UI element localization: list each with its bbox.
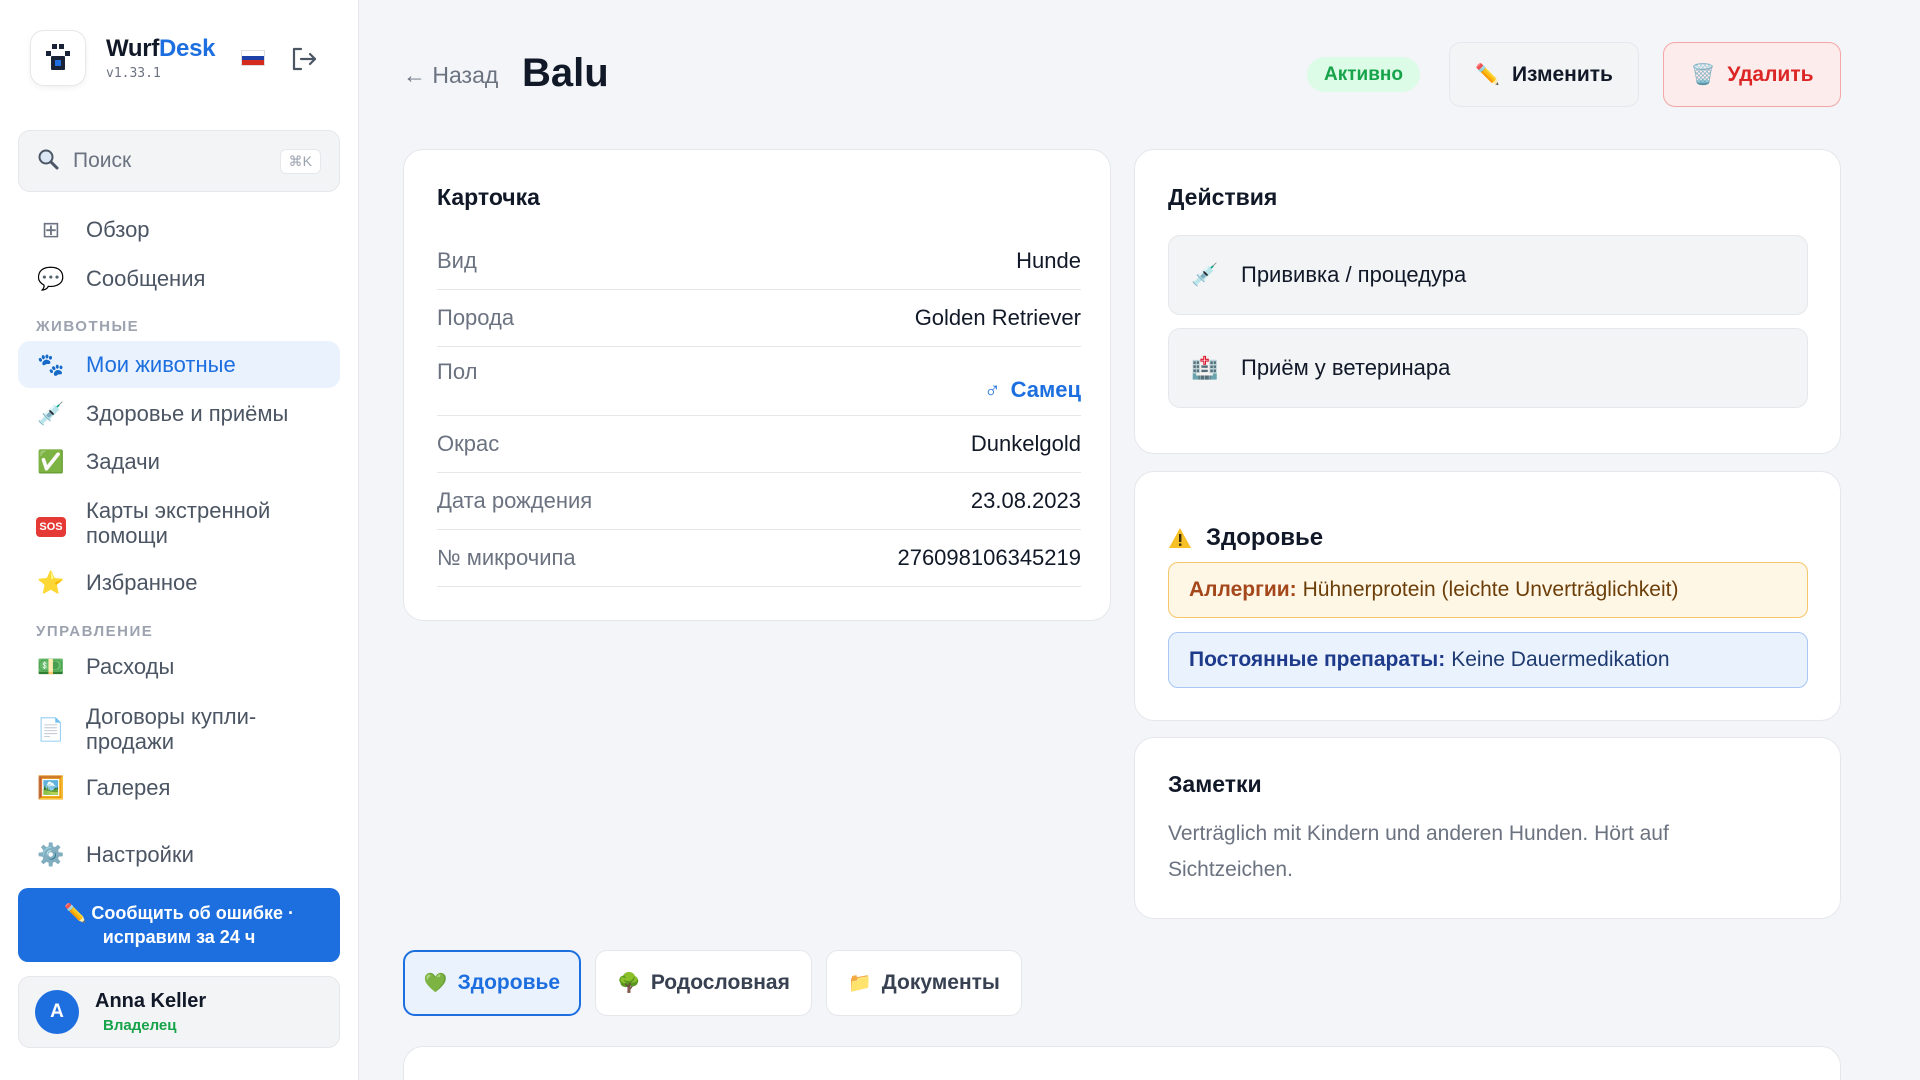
sidebar-item-settings[interactable]: ⚙️ Настройки bbox=[18, 834, 340, 876]
section-label-management: УПРАВЛЕНИЕ bbox=[36, 623, 154, 640]
profile-row-breed: Порода Golden Retriever bbox=[437, 290, 1081, 347]
sidebar-item-expenses[interactable]: 💵 Расходы bbox=[18, 646, 340, 688]
speech-bubble-icon: 💬 bbox=[37, 266, 65, 291]
search-icon bbox=[37, 148, 59, 175]
sidebar-item-gallery[interactable]: 🖼️ Галерея bbox=[18, 767, 340, 809]
section-label-animals: ЖИВОТНЫЕ bbox=[36, 318, 140, 335]
sidebar-item-emergency-cards[interactable]: SOS Карты экстренной помощи bbox=[18, 494, 340, 552]
app-version: v1.33.1 bbox=[106, 66, 161, 81]
sidebar-item-health[interactable]: 💉 Здоровье и приёмы bbox=[18, 393, 340, 435]
banknote-icon: 💵 bbox=[37, 654, 65, 679]
actions-card: Действия 💉 Прививка / процедура 🏥 Приём … bbox=[1134, 149, 1841, 454]
sidebar-item-favorites[interactable]: ⭐ Избранное bbox=[18, 562, 340, 604]
paw-prints-icon: 🐾 bbox=[37, 351, 65, 377]
russian-flag-icon[interactable] bbox=[241, 50, 265, 66]
page-title: Balu bbox=[522, 51, 609, 95]
health-card-title: Здоровье bbox=[1168, 524, 1323, 552]
avatar: A bbox=[35, 990, 79, 1034]
syringe-icon: 💉 bbox=[37, 401, 65, 426]
health-card: Здоровье Аллергии: Hühnerprotein (leicht… bbox=[1134, 471, 1841, 721]
folder-icon: 📁 bbox=[848, 973, 872, 994]
star-icon: ⭐ bbox=[37, 570, 65, 595]
sidebar: WurfDesk v1.33.1 Поиск ⌘K ⊞ Обзор 💬 Сооб… bbox=[0, 0, 359, 1080]
action-vaccination[interactable]: 💉 Прививка / процедура bbox=[1168, 235, 1808, 315]
brand-name: WurfDesk bbox=[106, 35, 216, 62]
notes-text: Verträglich mit Kindern und anderen Hund… bbox=[1168, 822, 1669, 881]
tab-content-panel bbox=[403, 1046, 1841, 1080]
logout-icon[interactable] bbox=[290, 46, 318, 72]
app-logo-icon bbox=[30, 30, 86, 86]
brand: WurfDesk v1.33.1 bbox=[30, 30, 216, 86]
action-vet-visit[interactable]: 🏥 Приём у ветеринара bbox=[1168, 328, 1808, 408]
tree-icon: 🌳 bbox=[617, 973, 641, 994]
tab-pedigree[interactable]: 🌳 Родословная bbox=[595, 950, 812, 1016]
document-icon: 📄 bbox=[37, 716, 65, 742]
sidebar-item-tasks[interactable]: ✅ Задачи bbox=[18, 441, 340, 483]
user-profile-card[interactable]: A Anna Keller Владелец bbox=[18, 976, 340, 1048]
notes-card: Заметки Verträglich mit Kindern und ande… bbox=[1134, 737, 1841, 919]
check-mark-icon: ✅ bbox=[37, 449, 65, 474]
profile-card: Карточка Вид Hunde Порода Golden Retriev… bbox=[403, 149, 1111, 621]
trash-icon: 🗑️ bbox=[1690, 64, 1716, 86]
search-input[interactable]: Поиск ⌘K bbox=[18, 130, 340, 192]
pencil-icon: ✏️ bbox=[1475, 64, 1500, 86]
sidebar-item-contracts[interactable]: 📄 Договоры купли-продажи bbox=[18, 700, 340, 758]
status-badge: Активно bbox=[1307, 57, 1420, 92]
profile-card-title: Карточка bbox=[437, 184, 540, 210]
grid-icon: ⊞ bbox=[41, 217, 61, 242]
sidebar-item-messages[interactable]: 💬 Сообщения bbox=[18, 258, 340, 300]
user-role: Владелец bbox=[103, 1017, 177, 1034]
sidebar-item-my-animals[interactable]: 🐾 Мои животные bbox=[18, 341, 340, 388]
picture-icon: 🖼️ bbox=[37, 775, 65, 800]
warning-icon bbox=[1168, 527, 1192, 549]
green-heart-icon: 💚 bbox=[423, 973, 448, 994]
search-placeholder: Поиск bbox=[73, 149, 132, 172]
profile-row-birthdate: Дата рождения 23.08.2023 bbox=[437, 473, 1081, 530]
sidebar-item-overview[interactable]: ⊞ Обзор bbox=[18, 209, 340, 251]
hospital-icon: 🏥 bbox=[1191, 355, 1219, 380]
profile-row-microchip: № микрочипа 276098106345219 bbox=[437, 530, 1081, 587]
report-bug-button[interactable]: ✏️ Сообщить об ошибке · исправим за 24 ч bbox=[18, 888, 340, 962]
search-shortcut: ⌘K bbox=[279, 148, 321, 174]
delete-button[interactable]: 🗑️ Удалить bbox=[1663, 42, 1841, 107]
profile-row-species: Вид Hunde bbox=[437, 233, 1081, 290]
gear-icon: ⚙️ bbox=[37, 842, 65, 867]
tab-health[interactable]: 💚 Здоровье bbox=[403, 950, 581, 1016]
tab-documents[interactable]: 📁 Документы bbox=[826, 950, 1022, 1016]
allergy-alert: Аллергии: Hühnerprotein (leichte Unvertr… bbox=[1168, 562, 1808, 618]
male-symbol-icon: ♂ bbox=[984, 377, 1001, 402]
profile-row-color: Окрас Dunkelgold bbox=[437, 416, 1081, 473]
edit-button[interactable]: ✏️ Изменить bbox=[1449, 42, 1639, 107]
notes-card-title: Заметки bbox=[1168, 771, 1262, 797]
back-link[interactable]: ← Назад bbox=[403, 62, 498, 89]
medication-alert: Постоянные препараты: Keine Dauermedikat… bbox=[1168, 632, 1808, 688]
syringe-icon: 💉 bbox=[1191, 262, 1219, 287]
profile-row-sex: Пол ♂ Самец bbox=[437, 347, 1081, 416]
actions-card-title: Действия bbox=[1168, 184, 1278, 210]
sos-icon: SOS bbox=[36, 510, 66, 537]
user-name: Anna Keller bbox=[95, 990, 207, 1012]
